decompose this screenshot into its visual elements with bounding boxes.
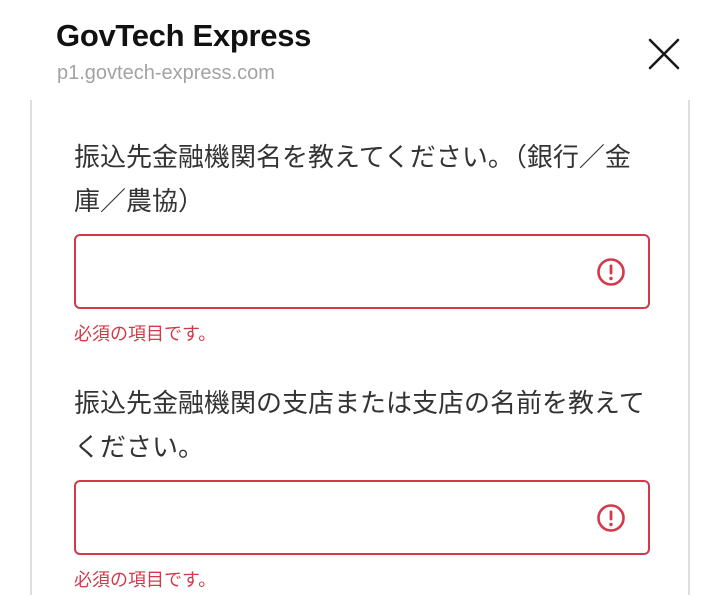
branch-name-input-box[interactable] <box>74 480 650 555</box>
branch-name-input[interactable] <box>76 482 576 553</box>
bank-name-input-box[interactable] <box>74 234 650 309</box>
bank-name-error: 必須の項目です。 <box>74 324 217 345</box>
bank-name-input[interactable] <box>76 236 576 307</box>
bank-name-question: 振込先金融機関名を教えてください。（銀行／金庫／農協） <box>74 143 631 217</box>
form-content: 振込先金融機関名を教えてください。（銀行／金庫／農協） 必須の項目です。 振込先… <box>30 100 690 595</box>
close-button[interactable] <box>636 26 692 82</box>
site-title: GovTech Express <box>56 18 312 53</box>
alert-circle-icon <box>597 504 625 532</box>
close-icon <box>648 38 680 70</box>
modal-header: GovTech Express p1.govtech-express.com <box>0 0 720 100</box>
branch-name-error: 必須の項目です。 <box>74 570 217 591</box>
modal-sheet: GovTech Express p1.govtech-express.com 振… <box>0 0 720 595</box>
alert-circle-icon <box>597 258 625 286</box>
branch-name-question: 振込先金融機関の支店または支店の名前を教えてください。 <box>74 389 645 463</box>
site-url: p1.govtech-express.com <box>57 62 275 84</box>
